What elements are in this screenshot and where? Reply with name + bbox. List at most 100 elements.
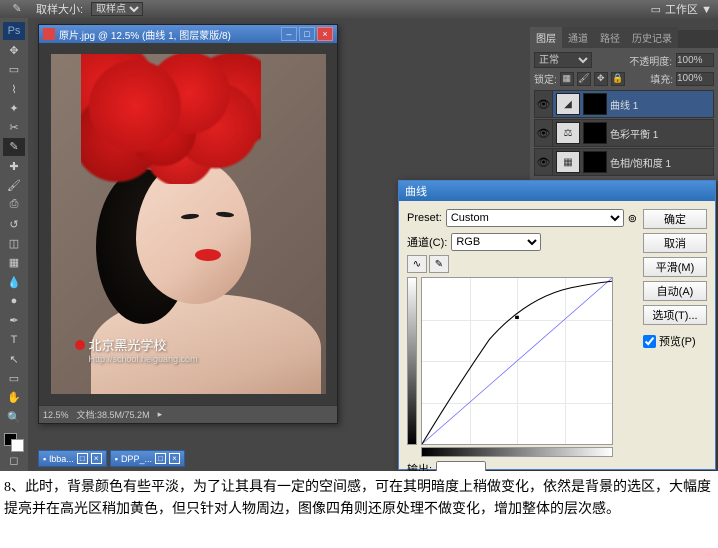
preset-menu-icon[interactable]: ⊚ (628, 212, 637, 225)
dialog-titlebar[interactable]: 曲线 (399, 181, 715, 201)
visibility-icon[interactable]: 👁 (535, 91, 553, 117)
pen-tool[interactable]: ✒ (3, 311, 25, 329)
preset-select[interactable]: Custom (446, 209, 624, 227)
output-input[interactable] (436, 461, 486, 471)
smooth-button[interactable]: 平滑(M) (643, 257, 707, 277)
doc-tab-name: DPP_... (121, 454, 152, 464)
lasso-tool[interactable]: ⌇ (3, 80, 25, 98)
eyedropper-tool[interactable]: ✎ (3, 138, 25, 156)
document-canvas[interactable]: 北京黑光学校 Http://school.heiguang.com (39, 43, 337, 405)
cancel-button[interactable]: 取消 (643, 233, 707, 253)
photoshop-app: ✎ 取样大小: 取样点 ▭ 工作区 ▼ Ps ✥ ▭ ⌇ ✦ ✂ ✎ ✚ 🖌 ⎙… (0, 0, 718, 471)
gradient-tool[interactable]: ▦ (3, 254, 25, 272)
color-swatch[interactable] (4, 433, 24, 451)
marquee-tool[interactable]: ▭ (3, 61, 25, 79)
adjustment-thumb[interactable]: ▦ (556, 151, 580, 173)
visibility-icon[interactable]: 👁 (535, 149, 553, 175)
layer-row[interactable]: 👁 ◢ 曲线 1 (534, 90, 714, 118)
adjustment-thumb[interactable]: ⚖ (556, 122, 580, 144)
document-icon (43, 28, 55, 40)
auto-button[interactable]: 自动(A) (643, 281, 707, 301)
tab-channels[interactable]: 通道 (562, 27, 594, 48)
wand-tool[interactable]: ✦ (3, 99, 25, 117)
workspace-label: 工作区 ▼ (665, 1, 712, 17)
layer-mask-thumb[interactable] (583, 151, 607, 173)
layer-mask-thumb[interactable] (583, 93, 607, 115)
layer-name[interactable]: 色相/饱和度 1 (610, 155, 713, 170)
preset-label: Preset: (407, 212, 442, 224)
layer-row[interactable]: 👁 ⚖ 色彩平衡 1 (534, 119, 714, 147)
layer-row[interactable]: 👁 ▦ 色相/饱和度 1 (534, 148, 714, 176)
visibility-icon[interactable]: 👁 (535, 120, 553, 146)
status-arrow-icon[interactable]: ▸ (158, 409, 163, 420)
curve-graph[interactable] (421, 277, 613, 445)
tab-restore-icon[interactable]: □ (77, 453, 88, 464)
document-titlebar[interactable]: 原片.jpg @ 12.5% (曲线 1, 图层蒙版/8) – □ × (39, 25, 337, 43)
channel-label: 通道(C): (407, 234, 447, 250)
zoom-level[interactable]: 12.5% (43, 410, 69, 420)
tab-paths[interactable]: 路径 (594, 27, 626, 48)
lock-position-icon[interactable]: ✥ (594, 72, 608, 86)
layer-name[interactable]: 色彩平衡 1 (610, 126, 713, 141)
blur-tool[interactable]: 💧 (3, 273, 25, 291)
dodge-tool[interactable]: ● (3, 292, 25, 310)
tab-restore-icon[interactable]: □ (155, 453, 166, 464)
hand-tool[interactable]: ✋ (3, 389, 25, 407)
tab-close-icon[interactable]: × (91, 453, 102, 464)
screen-mode-icon[interactable]: ▭ (651, 3, 661, 16)
sample-size-label: 取样大小: (36, 1, 83, 17)
preview-checkbox[interactable] (643, 335, 656, 348)
watermark: 北京黑光学校 Http://school.heiguang.com (75, 335, 198, 364)
preview-label: 预览(P) (659, 333, 696, 349)
output-gradient (407, 277, 417, 445)
curve-point-tool[interactable]: ∿ (407, 255, 427, 273)
workspace-switcher[interactable]: ▭ 工作区 ▼ (651, 1, 712, 17)
shape-tool[interactable]: ▭ (3, 369, 25, 387)
lock-transparency-icon[interactable]: ▦ (560, 72, 574, 86)
quickmask-toggle[interactable]: ◻ (3, 452, 25, 470)
panel-tabs: 图层 通道 路径 历史记录 (530, 30, 718, 48)
eyedropper-options-icon: ✎ (6, 0, 28, 19)
output-label: 输出: (407, 461, 432, 471)
curves-dialog: 曲线 Preset: Custom ⊚ 通道(C): RGB ∿ ✎ (398, 180, 716, 470)
channel-select[interactable]: RGB (451, 233, 541, 251)
blend-mode-select[interactable]: 正常 (534, 52, 592, 68)
history-brush-tool[interactable]: ↺ (3, 215, 25, 233)
maximize-button[interactable]: □ (299, 27, 315, 41)
zoom-tool[interactable]: 🔍 (3, 408, 25, 426)
lock-pixels-icon[interactable]: 🖌 (577, 72, 591, 86)
layer-mask-thumb[interactable] (583, 122, 607, 144)
path-tool[interactable]: ↖ (3, 350, 25, 368)
sample-size-select[interactable]: 取样点 (91, 2, 143, 16)
fill-input[interactable] (676, 72, 714, 86)
ok-button[interactable]: 确定 (643, 209, 707, 229)
close-button[interactable]: × (317, 27, 333, 41)
heal-tool[interactable]: ✚ (3, 157, 25, 175)
doc-tab[interactable]: ▪ lbba... □ × (38, 450, 107, 467)
opacity-label: 不透明度: (629, 53, 672, 68)
crop-tool[interactable]: ✂ (3, 118, 25, 136)
options-button[interactable]: 选项(T)... (643, 305, 707, 325)
doc-tab[interactable]: ▪ DPP_... □ × (110, 450, 185, 467)
layer-name[interactable]: 曲线 1 (610, 97, 713, 112)
tab-close-icon[interactable]: × (169, 453, 180, 464)
lock-all-icon[interactable]: 🔒 (611, 72, 625, 86)
tab-layers[interactable]: 图层 (530, 27, 562, 48)
document-window: 原片.jpg @ 12.5% (曲线 1, 图层蒙版/8) – □ × 北京黑光… (38, 24, 338, 424)
stamp-tool[interactable]: ⎙ (3, 196, 25, 214)
tab-history[interactable]: 历史记录 (626, 27, 678, 48)
layers-panel: 图层 通道 路径 历史记录 正常 不透明度: 锁定: ▦ 🖌 ✥ 🔒 填充: 👁 (530, 30, 718, 181)
document-status-bar: 12.5% 文档:38.5M/75.2M ▸ (39, 405, 337, 423)
brush-tool[interactable]: 🖌 (3, 176, 25, 194)
fill-label: 填充: (650, 71, 673, 86)
move-tool[interactable]: ✥ (3, 41, 25, 59)
type-tool[interactable]: T (3, 331, 25, 349)
opacity-input[interactable] (676, 53, 714, 67)
minimize-button[interactable]: – (281, 27, 297, 41)
curve-pencil-tool[interactable]: ✎ (429, 255, 449, 273)
tutorial-caption: 8、此时，背景颜色有些平淡，为了让其具有一定的空间感，可在其明暗度上稍做变化，依… (0, 471, 718, 526)
adjustment-thumb[interactable]: ◢ (556, 93, 580, 115)
minimized-documents: ▪ lbba... □ × ▪ DPP_... □ × (38, 450, 185, 467)
eraser-tool[interactable]: ◫ (3, 234, 25, 252)
lock-label: 锁定: (534, 71, 557, 86)
